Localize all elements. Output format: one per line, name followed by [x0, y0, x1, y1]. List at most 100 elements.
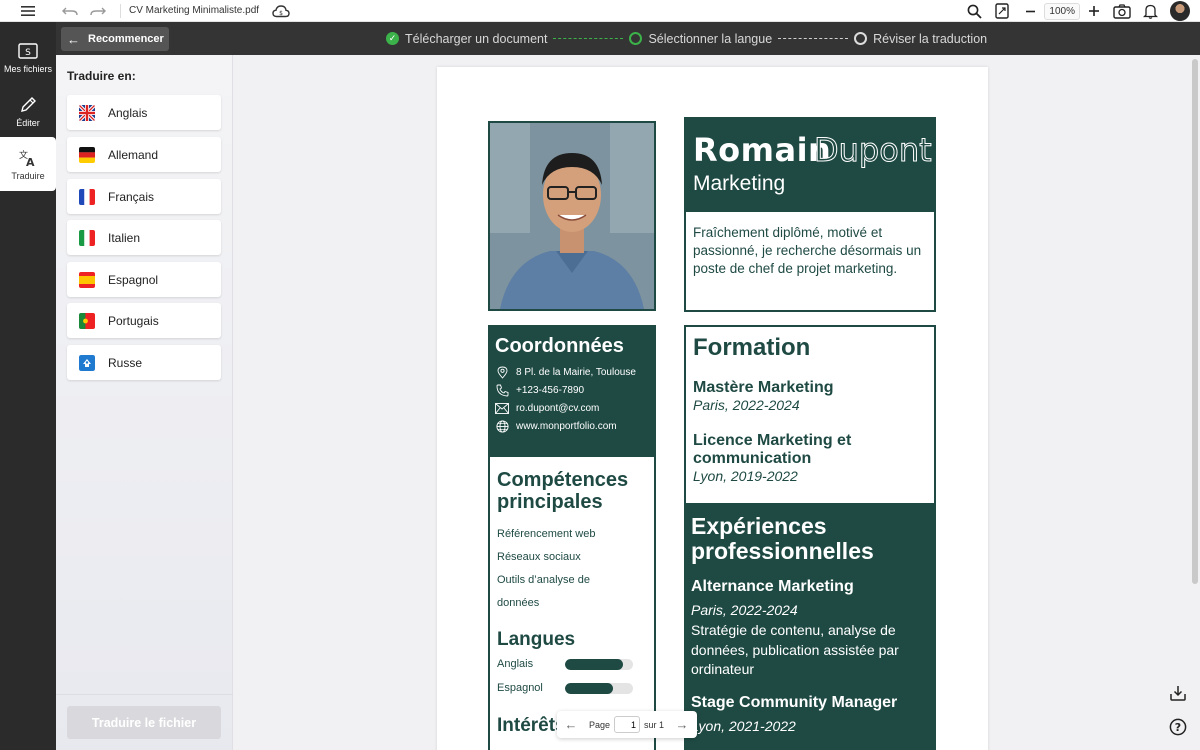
contact-email: ro.dupont@cv.com	[495, 401, 649, 415]
step-connector	[778, 38, 849, 39]
education-heading: Formation	[693, 334, 811, 361]
pending-step-icon	[854, 32, 868, 45]
language-option-english[interactable]: Anglais	[67, 95, 221, 130]
globe-icon	[495, 419, 509, 433]
language-name: Anglais	[497, 658, 534, 670]
contact-heading: Coordonnées	[495, 335, 624, 357]
language-level-bar	[565, 658, 633, 670]
language-option-spanish[interactable]: Espagnol	[67, 262, 221, 297]
skills-section: Compétences principales Référencement we…	[488, 457, 656, 750]
language-skill-row: Anglais	[497, 653, 647, 675]
france-flag-icon	[79, 188, 95, 205]
page-fit-icon[interactable]	[988, 0, 1016, 22]
contact-list: 8 Pl. de la Mairie, Toulouse +123-456-78…	[495, 365, 649, 433]
nav-edit[interactable]: Éditer	[0, 84, 56, 138]
language-level-fill	[565, 658, 623, 670]
document-filename: CV Marketing Minimaliste.pdf	[129, 5, 260, 16]
language-option-russian[interactable]: Russe	[67, 345, 221, 380]
language-option-italian[interactable]: Italien	[67, 220, 221, 255]
user-avatar[interactable]	[1170, 1, 1190, 21]
nav-label: Traduire	[11, 170, 45, 181]
language-level-bar	[565, 682, 633, 694]
uk-flag-icon	[79, 104, 95, 121]
first-name: Romain	[693, 131, 832, 169]
folder-icon: S	[18, 41, 38, 61]
degree-details: Paris, 2022-2024	[693, 397, 800, 413]
language-label: Russe	[108, 355, 143, 370]
contact-phone: +123-456-7890	[495, 383, 649, 397]
step-label: Télécharger un document	[405, 31, 548, 46]
svg-text:?: ?	[1175, 721, 1181, 734]
page-total: sur 1	[644, 719, 665, 730]
contact-text: +123-456-7890	[516, 384, 585, 396]
language-level-fill	[565, 682, 613, 694]
nav-my-files[interactable]: S Mes fichiers	[0, 30, 56, 84]
cloud-sync-icon[interactable]: $	[269, 0, 293, 22]
document-page: Romain Dupont Marketing Fraîchement dipl…	[437, 67, 988, 750]
help-icon[interactable]: ?	[1166, 715, 1190, 739]
zoom-out-icon[interactable]	[1016, 0, 1044, 22]
progress-steps: ✓ Télécharger un document Sélectionner l…	[386, 22, 987, 55]
profile-photo	[488, 121, 656, 311]
toolbar-right-group: 100%	[960, 0, 1200, 22]
experience-heading: Expériences professionnelles	[691, 513, 874, 564]
download-icon[interactable]	[1166, 681, 1190, 705]
previous-page-icon[interactable]: ←	[563, 717, 579, 732]
language-label: Allemand	[108, 147, 159, 162]
language-label: Portugais	[108, 313, 159, 328]
step-label: Réviser la traduction	[873, 31, 988, 46]
next-page-icon[interactable]: →	[674, 717, 690, 732]
contact-section: Coordonnées 8 Pl. de la Mairie, Toulouse…	[488, 325, 656, 457]
skill-item: Outils d’analyse de	[497, 574, 590, 586]
restart-label: Recommencer	[88, 33, 164, 45]
translate-file-button[interactable]: Traduire le fichier	[67, 706, 221, 739]
experience-item: Stage Community Manager Lyon, 2021-2022	[691, 694, 929, 735]
document-viewer[interactable]: Romain Dupont Marketing Fraîchement dipl…	[234, 55, 1200, 750]
name-header: Romain Dupont Marketing	[684, 117, 936, 212]
portugal-flag-icon	[79, 312, 95, 329]
translation-step-bar: ← Recommencer ✓ Télécharger un document …	[56, 22, 1200, 55]
contact-text: 8 Pl. de la Mairie, Toulouse	[516, 366, 636, 378]
redo-icon[interactable]	[84, 0, 112, 22]
screenshot-icon[interactable]	[1108, 0, 1136, 22]
translate-icon: 文A	[18, 148, 38, 168]
degree-details: Lyon, 2019-2022	[693, 468, 798, 484]
panel-title: Traduire en:	[67, 69, 136, 83]
svg-text:S: S	[25, 48, 31, 58]
language-option-german[interactable]: Allemand	[67, 137, 221, 172]
skills-heading: Compétences principales	[497, 469, 629, 513]
language-name: Espagnol	[497, 682, 543, 694]
language-option-french[interactable]: Français	[67, 179, 221, 214]
panel-divider	[56, 694, 233, 695]
language-panel: Traduire en: Anglais Allemand Français I…	[56, 55, 233, 750]
job-position: Alternance Marketing	[691, 578, 854, 595]
phone-icon	[495, 383, 509, 397]
location-pin-icon	[495, 365, 509, 379]
skills-list: Référencement web Réseaux sociaux Outils…	[497, 523, 647, 615]
step-review: Réviser la traduction	[854, 32, 987, 46]
last-name: Dupont	[814, 131, 933, 170]
education-section: Formation Mastère Marketing Paris, 2022-…	[684, 325, 936, 505]
bell-icon[interactable]	[1136, 0, 1164, 22]
page-navigator: ← Page sur 1 →	[557, 711, 697, 738]
mail-icon	[495, 401, 509, 415]
degree-title: Licence Marketing et communication	[693, 432, 852, 467]
undo-icon[interactable]	[56, 0, 84, 22]
nav-translate[interactable]: 文A Traduire	[0, 137, 56, 191]
zoom-in-icon[interactable]	[1080, 0, 1108, 22]
nav-label: Éditer	[16, 117, 40, 128]
skill-item: Réseaux sociaux	[497, 551, 581, 563]
menu-icon[interactable]	[0, 0, 56, 22]
education-item: Mastère Marketing Paris, 2022-2024	[693, 379, 927, 414]
zoom-level-input[interactable]: 100%	[1044, 2, 1080, 20]
restart-button[interactable]: ← Recommencer	[61, 27, 169, 51]
pen-icon	[18, 95, 38, 115]
profile-summary: Fraîchement diplômé, motivé et passionné…	[684, 212, 936, 312]
vertical-scrollbar[interactable]	[1192, 59, 1198, 584]
search-icon[interactable]	[960, 0, 988, 22]
page-label: Page	[589, 719, 611, 730]
left-navigation: S Mes fichiers Éditer 文A Traduire	[0, 22, 56, 750]
page-number-input[interactable]	[614, 716, 641, 733]
language-option-portuguese[interactable]: Portugais	[67, 303, 221, 338]
education-item: Licence Marketing et communication Lyon,…	[693, 432, 927, 485]
